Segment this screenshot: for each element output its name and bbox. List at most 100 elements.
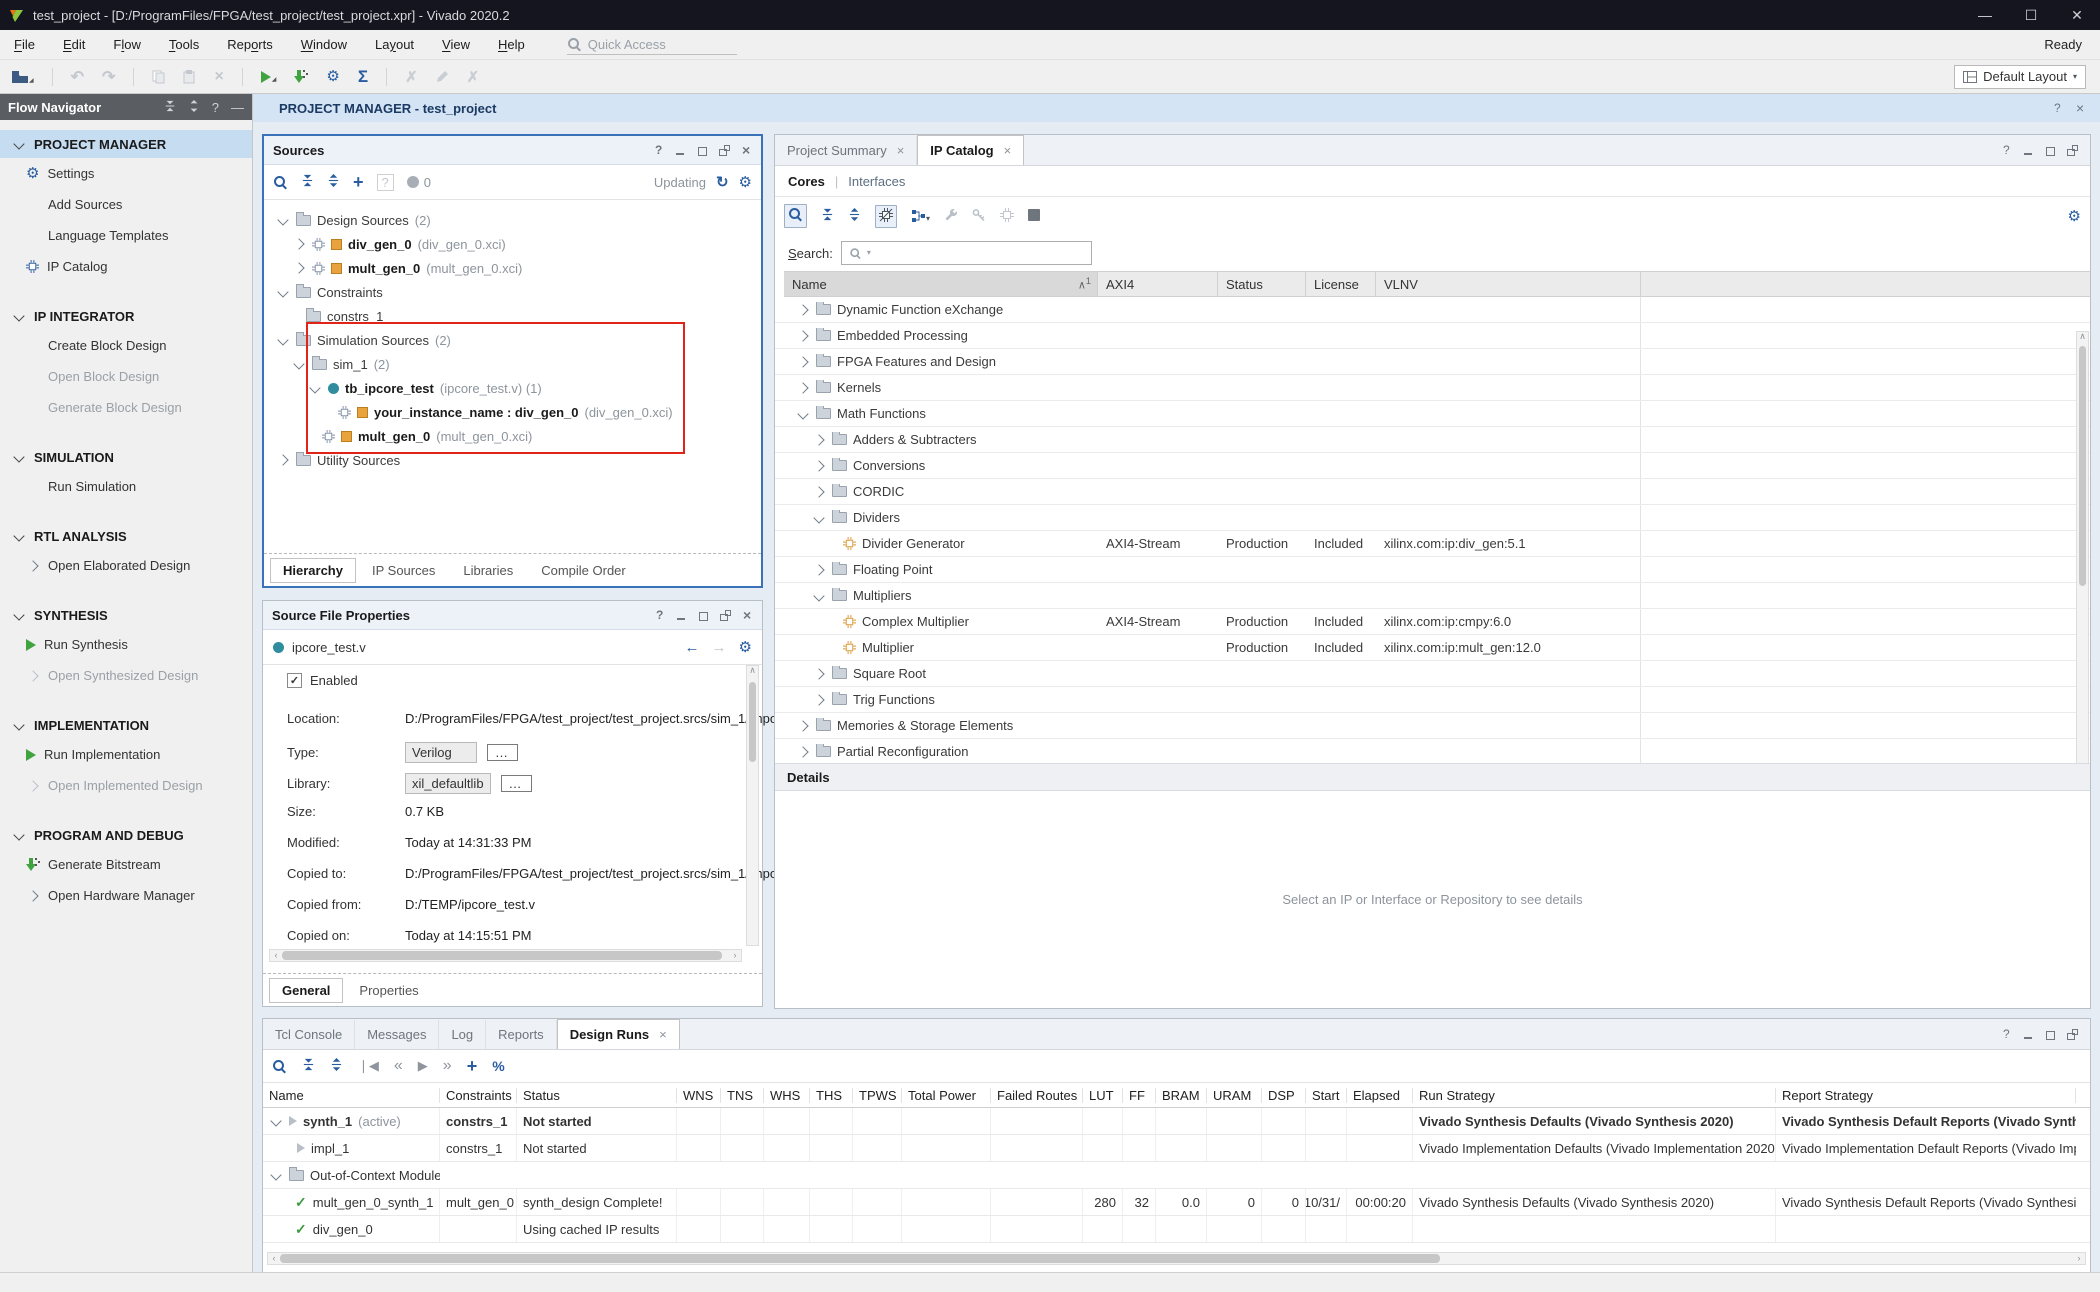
catalog-row[interactable]: Floating Point: [775, 557, 2090, 583]
tab-ip-catalog[interactable]: IP Catalog×: [917, 135, 1024, 165]
menu-reports[interactable]: Reports: [213, 37, 287, 52]
close-tab-icon[interactable]: ×: [1004, 143, 1012, 158]
menu-file[interactable]: File: [0, 37, 49, 52]
search-icon[interactable]: [273, 175, 288, 190]
expander-icon[interactable]: [813, 512, 824, 523]
scroll-right-icon[interactable]: ›: [729, 951, 741, 960]
column-header-name[interactable]: Name: [263, 1088, 440, 1103]
close-tab-icon[interactable]: ×: [659, 1027, 667, 1042]
column-header-status[interactable]: Status: [517, 1088, 677, 1103]
property-value-input[interactable]: Verilog: [405, 742, 477, 763]
column-header-vlnv[interactable]: VLNV: [1376, 272, 1641, 296]
sidebar-item-settings[interactable]: ⚙Settings: [0, 158, 252, 189]
column-header-axi4[interactable]: AXI4: [1098, 272, 1218, 296]
maximize-icon[interactable]: [698, 610, 709, 621]
help-icon[interactable]: [2001, 145, 2012, 156]
expander-icon[interactable]: [797, 330, 808, 341]
catalog-row[interactable]: Embedded Processing: [775, 323, 2090, 349]
search-icon[interactable]: [784, 204, 807, 228]
catalog-row[interactable]: Partial Reconfiguration: [775, 739, 2090, 765]
enabled-checkbox[interactable]: ✓: [287, 673, 302, 688]
catalog-row[interactable]: MultiplierProductionIncludedxilinx.com:i…: [775, 635, 2090, 661]
scrollbar-thumb[interactable]: [749, 682, 756, 762]
expander-icon[interactable]: [277, 454, 288, 465]
back-arrow-icon[interactable]: ←: [685, 639, 700, 656]
scroll-up-icon[interactable]: ∧: [747, 666, 758, 675]
menu-flow[interactable]: Flow: [99, 37, 154, 52]
sidebar-item-open-block-design[interactable]: Open Block Design: [0, 361, 252, 392]
column-header-tns[interactable]: TNS: [721, 1088, 764, 1103]
column-header-ths[interactable]: THS: [810, 1088, 853, 1103]
catalog-row[interactable]: Dynamic Function eXchange: [775, 297, 2090, 323]
create-run-icon[interactable]: +: [467, 1056, 478, 1077]
tree-item[interactable]: sim_1 (2): [272, 352, 761, 376]
expander-icon[interactable]: [797, 304, 808, 315]
column-header-dsp[interactable]: DSP: [1262, 1088, 1306, 1103]
quick-access-search[interactable]: Quick Access: [567, 34, 737, 55]
column-header-status[interactable]: Status: [1218, 272, 1306, 296]
scroll-right-icon[interactable]: ›: [2073, 1254, 2085, 1263]
menu-view[interactable]: View: [428, 37, 484, 52]
tab-reports[interactable]: Reports: [486, 1020, 557, 1049]
browse-button[interactable]: …: [487, 744, 518, 761]
sidebar-item-open-elaborated-design[interactable]: Open Elaborated Design: [0, 550, 252, 581]
help-icon[interactable]: [2052, 103, 2063, 114]
browse-button[interactable]: …: [501, 775, 532, 792]
flow-section-project-manager[interactable]: PROJECT MANAGER: [0, 130, 252, 158]
window-close-button[interactable]: ✕: [2054, 0, 2100, 30]
minimize-icon[interactable]: [676, 610, 687, 621]
expander-icon[interactable]: [309, 382, 320, 393]
expander-icon[interactable]: [293, 262, 304, 273]
close-icon[interactable]: [742, 610, 753, 621]
scroll-left-icon[interactable]: ‹: [268, 1254, 280, 1263]
sidebar-item-open-implemented-design[interactable]: Open Implemented Design: [0, 770, 252, 801]
property-value-input[interactable]: xil_defaultlib: [405, 773, 491, 794]
properties-panel-header[interactable]: Source File Properties: [263, 601, 762, 630]
expand-all-icon[interactable]: [327, 174, 340, 190]
gear-blue-button[interactable]: ⚙: [326, 69, 339, 84]
horizontal-scrollbar[interactable]: ‹ ›: [267, 1252, 2086, 1265]
column-header-run-strategy[interactable]: Run Strategy: [1413, 1088, 1776, 1103]
sidebar-item-run-implementation[interactable]: Run Implementation: [0, 739, 252, 770]
column-header-whs[interactable]: WHS: [764, 1088, 810, 1103]
tab-tcl-console[interactable]: Tcl Console: [263, 1020, 355, 1049]
gear-icon[interactable]: ⚙: [739, 175, 752, 190]
run-row[interactable]: impl_1constrs_1Not startedVivado Impleme…: [263, 1135, 2090, 1162]
expander-icon[interactable]: [813, 434, 824, 445]
expander-icon[interactable]: [797, 720, 808, 731]
flow-section-implementation[interactable]: IMPLEMENTATION: [0, 711, 252, 739]
catalog-row[interactable]: Adders & Subtracters: [775, 427, 2090, 453]
catalog-row[interactable]: FPGA Features and Design: [775, 349, 2090, 375]
float-icon[interactable]: [719, 145, 730, 156]
flow-section-program-and-debug[interactable]: PROGRAM AND DEBUG: [0, 821, 252, 849]
close-tab-icon[interactable]: ×: [897, 143, 905, 158]
catalog-row[interactable]: Memories & Storage Elements: [775, 713, 2090, 739]
run-row[interactable]: Out-of-Context Module Runs: [263, 1162, 2090, 1189]
column-header-start[interactable]: Start: [1306, 1088, 1347, 1103]
layout-select[interactable]: Default Layout ▾: [1954, 65, 2086, 89]
tree-item[interactable]: mult_gen_0 (mult_gen_0.xci): [272, 256, 761, 280]
forward-arrow-icon[interactable]: →: [712, 639, 727, 656]
sidebar-item-add-sources[interactable]: Add Sources: [0, 189, 252, 220]
column-header-constraints[interactable]: Constraints: [440, 1088, 517, 1103]
float-icon[interactable]: [720, 610, 731, 621]
x-pale-button[interactable]: ✗: [405, 68, 418, 86]
flow-section-ip-integrator[interactable]: IP INTEGRATOR: [0, 302, 252, 330]
tree-item[interactable]: div_gen_0 (div_gen_0.xci): [272, 232, 761, 256]
vertical-scrollbar[interactable]: ∧: [746, 665, 759, 946]
collapse-all-icon[interactable]: [164, 100, 176, 115]
float-icon[interactable]: [2067, 145, 2078, 156]
tab-messages[interactable]: Messages: [355, 1020, 439, 1049]
sidebar-item-generate-bitstream[interactable]: Generate Bitstream: [0, 849, 252, 880]
expander-icon[interactable]: [277, 214, 288, 225]
column-header-failed-routes[interactable]: Failed Routes: [991, 1088, 1083, 1103]
column-header-report-strategy[interactable]: Report Strategy: [1776, 1088, 2076, 1103]
open-folder-button[interactable]: ◢: [12, 70, 34, 84]
close-icon[interactable]: [2075, 103, 2086, 114]
menu-help[interactable]: Help: [484, 37, 539, 52]
expander-icon[interactable]: [797, 382, 808, 393]
expander-icon[interactable]: [813, 694, 824, 705]
tab-cores[interactable]: Cores: [788, 174, 825, 189]
help-icon[interactable]: [654, 610, 665, 621]
expander-icon[interactable]: [270, 1169, 281, 1180]
